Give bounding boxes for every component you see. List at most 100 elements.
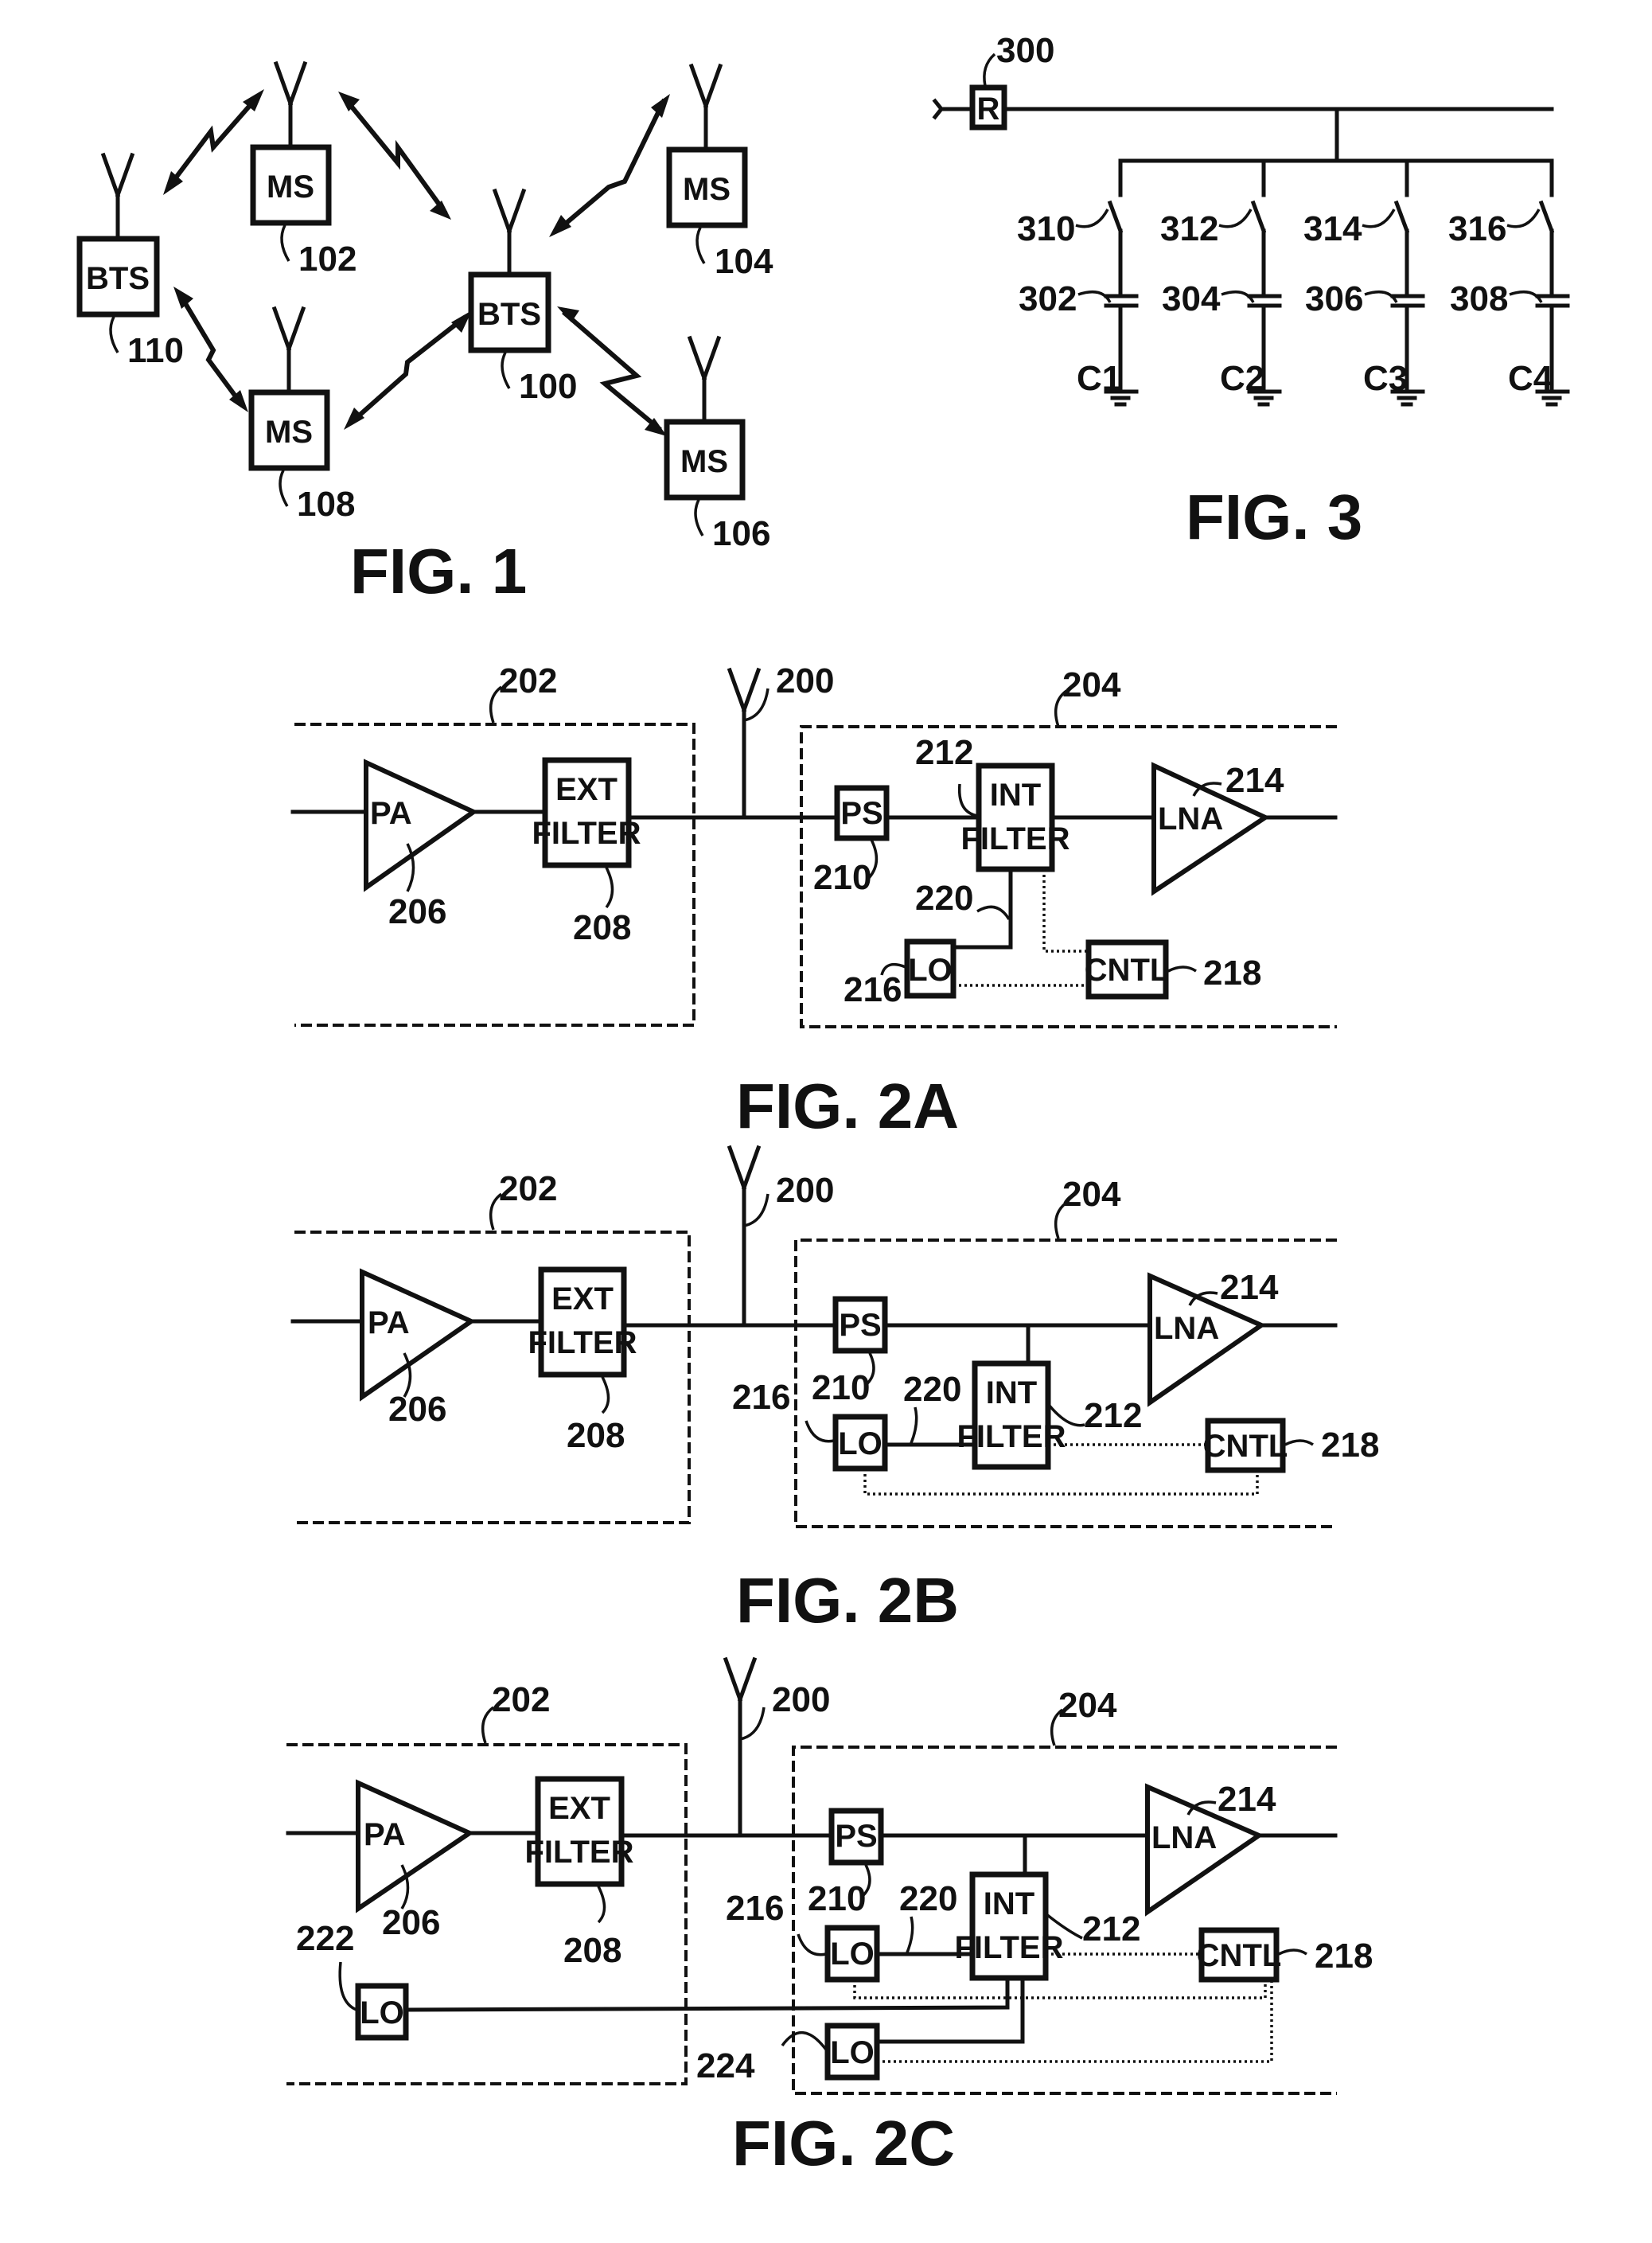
svg-text:C1: C1 [1077,359,1121,398]
svg-text:202: 202 [492,1680,550,1719]
svg-text:MS: MS [683,172,731,207]
svg-text:218: 218 [1321,1426,1379,1465]
svg-text:220: 220 [915,879,973,918]
svg-text:BTS: BTS [477,297,541,332]
antenna-icon [690,338,719,422]
figure-1: MS 102 MS 104 MS 106 MS 108 BTS 100 BTS … [76,64,773,607]
svg-text:CNTL: CNTL [1197,1938,1282,1973]
svg-text:304: 304 [1162,279,1221,318]
svg-text:212: 212 [1084,1396,1142,1435]
svg-text:210: 210 [808,1879,866,1918]
switch-316 [1538,200,1555,234]
figure-3: R 300 310 302 C1 312 304 C2 314 306 C3 3… [932,31,1570,552]
switch-capacitor-branch: 316 308 C4 [1448,158,1570,407]
svg-text:BTS: BTS [86,261,150,296]
svg-text:106: 106 [712,514,770,553]
fig2a-caption: FIG. 2A [736,1071,959,1141]
svg-text:210: 210 [812,1368,870,1407]
svg-text:202: 202 [499,661,557,700]
svg-text:INT: INT [986,1375,1037,1410]
transmitter-section-202 [294,1231,691,1524]
control-line [1042,869,1089,953]
switch-310 [1107,200,1124,234]
control-line [863,1469,1259,1496]
svg-text:300: 300 [996,31,1054,70]
wireless-link-icon [549,94,670,237]
svg-text:LNA: LNA [1158,802,1223,837]
transmitter-section-202 [286,1743,688,2085]
svg-text:206: 206 [382,1903,440,1942]
svg-text:308: 308 [1450,279,1508,318]
svg-text:C4: C4 [1508,359,1553,398]
svg-text:LO: LO [908,953,953,988]
figure-2a: 202 204 200 PA 206 EXT FILTER 208 PS 210… [290,661,1338,1141]
svg-text:FILTER: FILTER [524,1835,633,1870]
svg-text:302: 302 [1019,279,1077,318]
mobile-station-106: MS 106 [664,338,770,553]
svg-text:204: 204 [1062,1175,1121,1214]
svg-text:312: 312 [1160,209,1218,248]
transmitter-section-202 [294,723,695,1027]
svg-text:214: 214 [1220,1268,1279,1307]
switch-314 [1393,200,1410,234]
svg-text:100: 100 [519,367,577,406]
svg-text:PS: PS [839,1308,881,1343]
fig2b-caption: FIG. 2B [736,1565,959,1636]
svg-text:208: 208 [573,908,631,947]
svg-text:208: 208 [567,1416,625,1455]
wireless-link-icon [163,89,264,195]
svg-text:200: 200 [776,1171,834,1210]
svg-text:FILTER: FILTER [957,1419,1066,1454]
svg-text:LNA: LNA [1151,1820,1217,1855]
svg-text:PS: PS [840,796,882,831]
fig2c-caption: FIG. 2C [732,2108,955,2179]
svg-text:204: 204 [1062,665,1121,704]
svg-text:PA: PA [370,796,412,831]
tx-lo-line [403,1976,1010,2012]
svg-text:216: 216 [726,1889,784,1928]
wireless-link-icon [338,92,451,220]
svg-text:224: 224 [696,2046,755,2085]
antenna-icon [692,66,720,150]
svg-text:214: 214 [1218,1780,1276,1819]
svg-text:MS: MS [265,415,313,450]
antenna-icon [730,670,758,754]
svg-text:INT: INT [984,1886,1034,1921]
svg-text:108: 108 [297,485,355,524]
svg-text:LNA: LNA [1154,1311,1219,1346]
svg-text:PA: PA [368,1305,410,1340]
svg-text:104: 104 [715,242,773,281]
figure-2b: 202 204 200 PA 206 EXT FILTER 208 PS 210… [290,1148,1379,1636]
svg-text:220: 220 [899,1879,957,1918]
svg-text:110: 110 [127,331,184,370]
fig1-caption: FIG. 1 [350,536,527,607]
svg-text:208: 208 [563,1931,621,1970]
svg-text:310: 310 [1017,209,1075,248]
svg-text:206: 206 [388,892,446,931]
svg-text:214: 214 [1225,761,1284,800]
svg-text:222: 222 [296,1919,354,1958]
control-line [877,1980,1273,2063]
svg-text:EXT: EXT [555,772,618,807]
svg-text:220: 220 [903,1370,961,1409]
svg-text:MS: MS [267,170,314,205]
svg-text:EXT: EXT [548,1791,610,1826]
svg-text:218: 218 [1315,1937,1373,1976]
svg-text:210: 210 [813,858,871,897]
svg-text:LO: LO [838,1426,882,1461]
svg-text:CNTL: CNTL [1203,1429,1288,1464]
svg-text:R: R [977,92,1000,127]
svg-text:C3: C3 [1363,359,1408,398]
svg-text:EXT: EXT [551,1281,614,1317]
antenna-icon [276,64,305,147]
switch-312 [1250,200,1267,234]
svg-text:314: 314 [1303,209,1362,248]
svg-text:MS: MS [680,444,728,479]
svg-text:LO: LO [360,1995,404,2030]
switch-capacitor-branch: 312 304 C2 [1160,158,1282,407]
svg-text:CNTL: CNTL [1085,953,1170,988]
svg-text:PA: PA [364,1817,406,1852]
svg-text:212: 212 [1082,1909,1140,1948]
svg-text:200: 200 [772,1680,830,1719]
wireless-link-icon [173,287,248,412]
